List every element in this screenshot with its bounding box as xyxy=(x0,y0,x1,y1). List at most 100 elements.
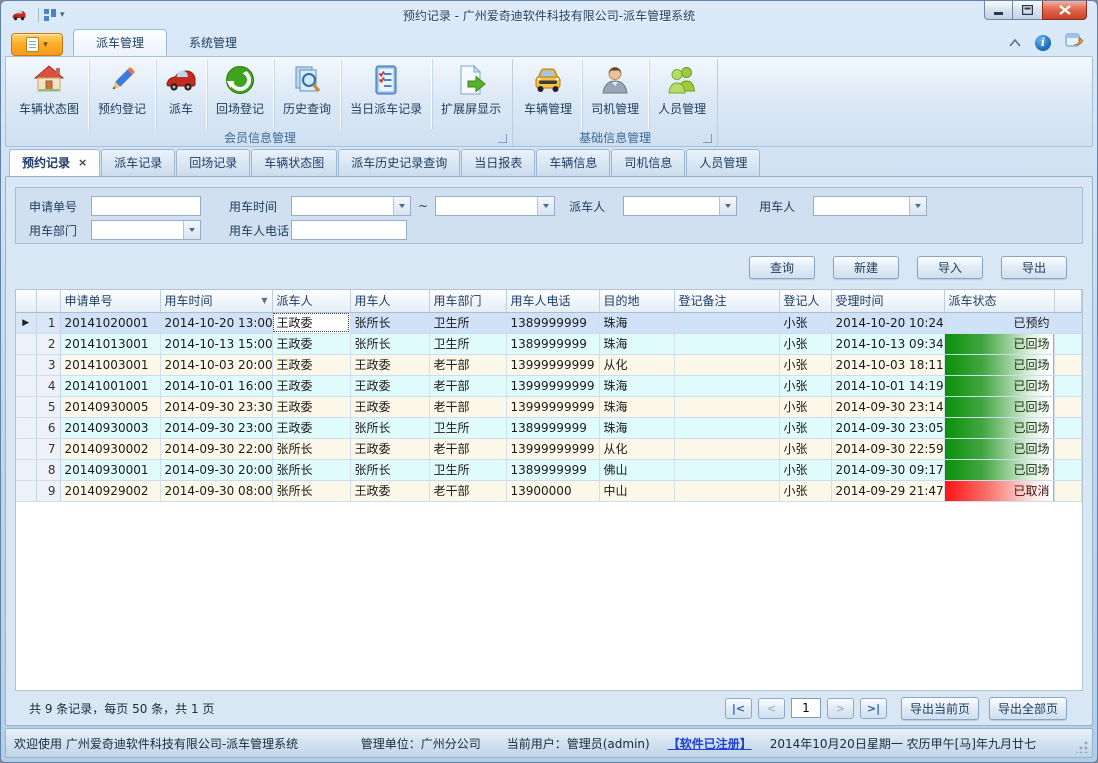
table-row[interactable]: 3201410030012014-10-03 20:00王政委王政委老干部139… xyxy=(16,354,1082,375)
table-row[interactable]: ▶1201410200012014-10-20 13:00王政委张所长卫生所13… xyxy=(16,312,1082,333)
column-header-1[interactable]: 申请单号 xyxy=(60,290,160,312)
cell-order_no[interactable]: 20140930005 xyxy=(60,396,160,417)
user-combo[interactable] xyxy=(813,196,927,216)
cell-order_no[interactable]: 20140930003 xyxy=(60,417,160,438)
last-page-button[interactable]: >| xyxy=(860,698,887,719)
cell-status[interactable]: 已预约 xyxy=(944,312,1054,333)
cell-order_no[interactable]: 20140930001 xyxy=(60,459,160,480)
cell-user[interactable]: 张所长 xyxy=(350,459,429,480)
cell-registrar[interactable]: 小张 xyxy=(779,375,831,396)
cell-dispatcher[interactable]: 王政委 xyxy=(272,354,350,375)
cell-order_no[interactable]: 20140929002 xyxy=(60,480,160,501)
export-current-page-button[interactable]: 导出当前页 xyxy=(901,697,979,720)
cell-status[interactable]: 已回场 xyxy=(944,396,1054,417)
cell-remark[interactable] xyxy=(674,396,779,417)
cell-dispatcher[interactable]: 张所长 xyxy=(272,438,350,459)
table-row[interactable]: 7201409300022014-09-30 22:00张所长王政委老干部139… xyxy=(16,438,1082,459)
车辆状态图-button[interactable]: 车辆状态图 xyxy=(10,59,89,129)
cell-user[interactable]: 王政委 xyxy=(350,375,429,396)
扩展屏显示-button[interactable]: 扩展屏显示 xyxy=(432,59,510,129)
cell-status[interactable]: 已取消 xyxy=(944,480,1054,501)
司机管理-button[interactable]: 司机管理 xyxy=(582,59,649,129)
doc-tab-2[interactable]: 派车记录 xyxy=(101,149,175,176)
feedback-icon[interactable] xyxy=(1065,33,1083,52)
cell-status[interactable]: 已回场 xyxy=(944,375,1054,396)
cell-user[interactable]: 王政委 xyxy=(350,354,429,375)
cell-accept_time[interactable]: 2014-10-01 14:19 xyxy=(831,375,944,396)
chevron-down-icon[interactable] xyxy=(393,197,410,215)
table-row[interactable]: 9201409290022014-09-30 08:00张所长王政委老干部139… xyxy=(16,480,1082,501)
column-header-4[interactable]: 用车人 xyxy=(350,290,429,312)
cell-remark[interactable] xyxy=(674,459,779,480)
回场登记-button[interactable]: 回场登记 xyxy=(207,59,274,129)
cell-remark[interactable] xyxy=(674,417,779,438)
cell-registrar[interactable]: 小张 xyxy=(779,459,831,480)
cell-phone[interactable]: 1389999999 xyxy=(506,417,599,438)
cell-destination[interactable]: 珠海 xyxy=(599,417,674,438)
预约登记-button[interactable]: 预约登记 xyxy=(89,59,156,129)
doc-tab-3[interactable]: 回场记录 xyxy=(176,149,250,176)
cell-accept_time[interactable]: 2014-10-13 09:34 xyxy=(831,333,944,354)
cell-dept[interactable]: 老干部 xyxy=(429,375,506,396)
cell-use_time[interactable]: 2014-09-30 23:00 xyxy=(160,417,272,438)
doc-tab-6[interactable]: 当日报表 xyxy=(461,149,535,176)
cell-accept_time[interactable]: 2014-09-29 21:47 xyxy=(831,480,944,501)
table-row[interactable]: 2201410130012014-10-13 15:00王政委张所长卫生所138… xyxy=(16,333,1082,354)
minimize-button[interactable] xyxy=(984,1,1013,20)
cell-destination[interactable]: 珠海 xyxy=(599,312,674,333)
column-header-8[interactable]: 登记备注 xyxy=(674,290,779,312)
cell-registrar[interactable]: 小张 xyxy=(779,333,831,354)
cell-status[interactable]: 已回场 xyxy=(944,438,1054,459)
cell-destination[interactable]: 从化 xyxy=(599,354,674,375)
dialog-launcher-icon[interactable] xyxy=(703,134,712,143)
cell-remark[interactable] xyxy=(674,312,779,333)
column-header-6[interactable]: 用车人电话 xyxy=(506,290,599,312)
phone-input[interactable] xyxy=(291,220,407,240)
历史查询-button[interactable]: 历史查询 xyxy=(274,59,341,129)
cell-accept_time[interactable]: 2014-09-30 09:17 xyxy=(831,459,944,480)
cell-remark[interactable] xyxy=(674,375,779,396)
cell-destination[interactable]: 珠海 xyxy=(599,375,674,396)
cell-order_no[interactable]: 20141003001 xyxy=(60,354,160,375)
cell-registrar[interactable]: 小张 xyxy=(779,354,831,375)
cell-remark[interactable] xyxy=(674,480,779,501)
cell-dispatcher[interactable]: 张所长 xyxy=(272,459,350,480)
application-menu-button[interactable]: ▾ xyxy=(11,33,63,56)
resize-grip-icon[interactable] xyxy=(1076,741,1088,753)
cell-phone[interactable]: 1389999999 xyxy=(506,459,599,480)
close-button[interactable] xyxy=(1042,1,1087,20)
dept-combo[interactable] xyxy=(91,220,201,240)
cell-dispatcher[interactable]: 王政委 xyxy=(272,396,350,417)
prev-page-button[interactable]: < xyxy=(758,698,785,719)
cell-use_time[interactable]: 2014-10-01 16:00 xyxy=(160,375,272,396)
人员管理-button[interactable]: 人员管理 xyxy=(649,59,715,129)
table-row[interactable]: 5201409300052014-09-30 23:30王政委王政委老干部139… xyxy=(16,396,1082,417)
chevron-down-icon[interactable] xyxy=(183,221,200,239)
cell-destination[interactable]: 珠海 xyxy=(599,396,674,417)
info-icon[interactable]: i xyxy=(1035,35,1051,51)
cell-registrar[interactable]: 小张 xyxy=(779,312,831,333)
use-time-to-combo[interactable] xyxy=(435,196,555,216)
cell-dispatcher[interactable]: 王政委 xyxy=(272,333,350,354)
cell-phone[interactable]: 13999999999 xyxy=(506,396,599,417)
license-link[interactable]: 【软件已注册】 xyxy=(668,735,752,752)
new-button[interactable]: 新建 xyxy=(833,256,899,279)
cell-accept_time[interactable]: 2014-10-03 18:11 xyxy=(831,354,944,375)
cell-registrar[interactable]: 小张 xyxy=(779,417,831,438)
cell-destination[interactable]: 中山 xyxy=(599,480,674,501)
doc-tab-5[interactable]: 派车历史记录查询 xyxy=(338,149,460,176)
cell-phone[interactable]: 13900000 xyxy=(506,480,599,501)
order-no-input[interactable] xyxy=(91,196,201,216)
use-time-from-combo[interactable] xyxy=(291,196,411,216)
column-header-7[interactable]: 目的地 xyxy=(599,290,674,312)
next-page-button[interactable]: > xyxy=(827,698,854,719)
column-header-2[interactable]: 用车时间▼ xyxy=(160,290,272,312)
cell-user[interactable]: 张所长 xyxy=(350,312,429,333)
cell-destination[interactable]: 从化 xyxy=(599,438,674,459)
cell-use_time[interactable]: 2014-09-30 23:30 xyxy=(160,396,272,417)
cell-dispatcher[interactable]: 王政委 xyxy=(272,417,350,438)
chevron-down-icon[interactable] xyxy=(537,197,554,215)
chevron-down-icon[interactable] xyxy=(719,197,736,215)
cell-dept[interactable]: 卫生所 xyxy=(429,417,506,438)
cell-phone[interactable]: 1389999999 xyxy=(506,333,599,354)
